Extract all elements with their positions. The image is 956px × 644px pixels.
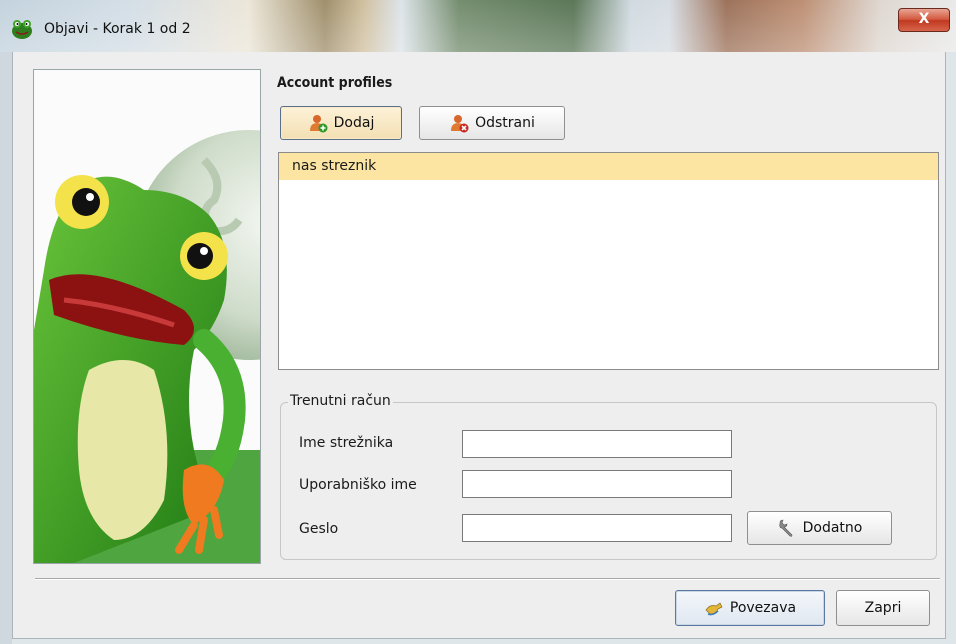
profiles-list[interactable]: nas streznik [278, 152, 939, 370]
window-title: Objavi - Korak 1 od 2 [44, 21, 191, 37]
username-input[interactable] [462, 470, 732, 498]
footer-divider [35, 578, 940, 580]
username-label: Uporabniško ime [299, 477, 417, 493]
remove-profile-label: Odstrani [475, 115, 535, 131]
server-name-label: Ime strežnika [299, 435, 394, 451]
advanced-button[interactable]: Dodatno [747, 511, 892, 545]
wrench-icon [779, 519, 792, 537]
dialog-body: Account profiles Dodaj Odstrani nas stre… [12, 52, 946, 639]
user-remove-icon [451, 115, 469, 133]
server-name-input[interactable] [462, 430, 732, 458]
remove-profile-button[interactable]: Odstrani [419, 106, 565, 140]
connect-icon [705, 602, 723, 616]
publish-dialog: Objavi - Korak 1 od 2 X Account profiles… [0, 0, 956, 644]
add-profile-button[interactable]: Dodaj [280, 106, 402, 140]
title-bar[interactable]: Objavi - Korak 1 od 2 X [0, 0, 956, 52]
advanced-label: Dodatno [802, 520, 863, 536]
user-add-icon [309, 115, 328, 133]
connect-button[interactable]: Povezava [675, 590, 825, 626]
account-profiles-heading: Account profiles [277, 75, 393, 91]
close-label: Zapri [864, 600, 902, 616]
password-input[interactable] [462, 514, 732, 542]
add-profile-label: Dodaj [333, 115, 375, 131]
frog-icon [12, 20, 32, 39]
password-label: Geslo [299, 521, 339, 537]
connect-label: Povezava [729, 600, 797, 616]
close-window-button[interactable]: X [898, 8, 950, 32]
current-account-legend: Trenutni račun [288, 393, 393, 409]
list-item[interactable]: nas streznik [279, 153, 938, 180]
window-border [0, 52, 12, 644]
close-button[interactable]: Zapri [836, 590, 930, 626]
frog-mascot-image [33, 69, 261, 564]
